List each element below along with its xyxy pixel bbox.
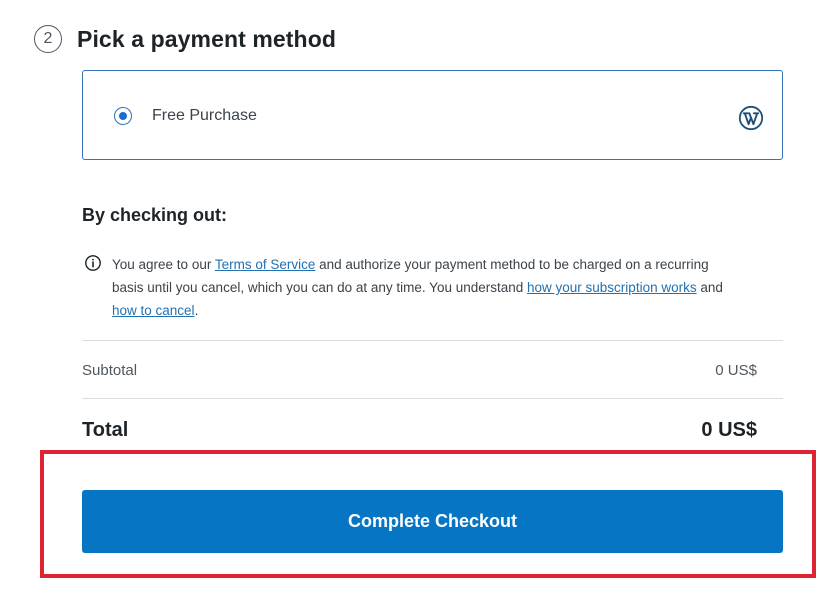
checkout-terms-heading: By checking out: xyxy=(82,205,228,225)
how-to-cancel-link[interactable]: how to cancel xyxy=(112,303,195,318)
terms-text-4: . xyxy=(194,303,199,318)
total-value: 0 US$ xyxy=(701,419,757,441)
total-label: Total xyxy=(82,419,129,441)
terms-agreement-text: You agree to our Terms of Service and au… xyxy=(112,253,734,322)
terms-text-1: You agree to our xyxy=(112,257,215,272)
subtotal-value: 0 US$ xyxy=(715,362,757,379)
wordpress-logo-icon xyxy=(738,105,764,131)
info-icon xyxy=(85,255,101,271)
step-number-badge: 2 xyxy=(34,25,62,53)
terms-of-service-link[interactable]: Terms of Service xyxy=(215,257,316,272)
checkout-terms: You agree to our Terms of Service and au… xyxy=(84,253,734,322)
summary-divider-top xyxy=(82,340,783,341)
payment-method-option[interactable]: Free Purchase xyxy=(82,70,783,160)
payment-method-radio[interactable] xyxy=(114,107,132,125)
payment-method-label: Free Purchase xyxy=(152,107,257,124)
summary-divider-bottom xyxy=(82,398,783,399)
subscription-info-link[interactable]: how your subscription works xyxy=(527,280,697,295)
terms-text-3: and xyxy=(696,280,723,295)
subtotal-label: Subtotal xyxy=(82,362,138,379)
payment-step-header: 2 Pick a payment method xyxy=(34,22,336,56)
step-title: Pick a payment method xyxy=(77,25,337,52)
complete-checkout-button[interactable]: Complete Checkout xyxy=(82,490,783,553)
